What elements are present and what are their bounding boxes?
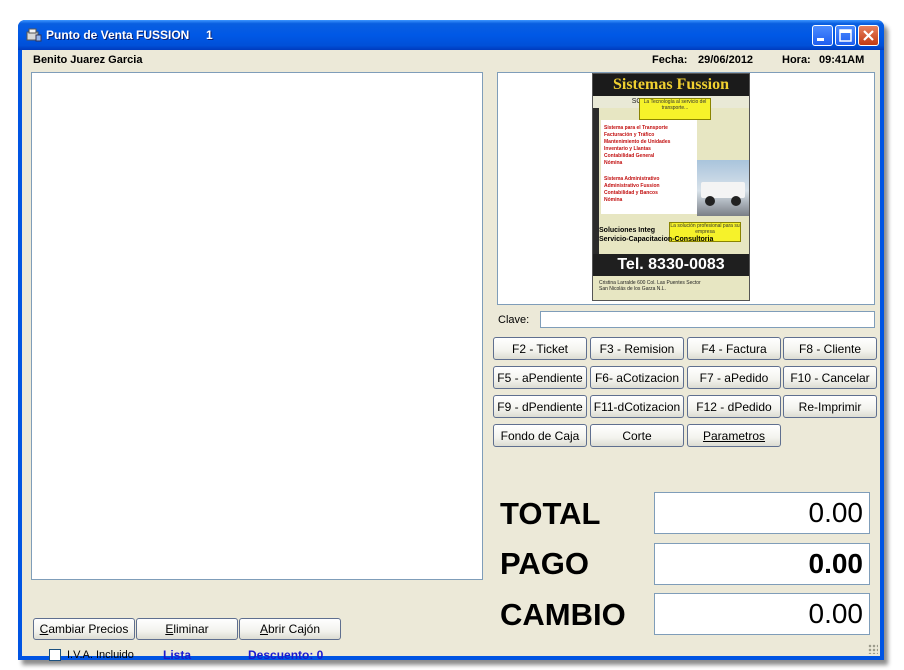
truck-wheel (705, 196, 715, 206)
corte-button[interactable]: Corte (590, 424, 684, 447)
client-area: Benito Juarez Garcia Fecha: 29/06/2012 H… (22, 50, 880, 662)
eliminar-button[interactable]: Eliminar (136, 618, 238, 640)
f11-dcotizacion-button[interactable]: F11-dCotizacion (590, 395, 684, 418)
reimprimir-button[interactable]: Re-Imprimir (783, 395, 877, 418)
advertisement-poster: Sistemas Fussion SOLUCIONES EN RESA Sist… (592, 73, 750, 301)
time-label: Hora: (782, 54, 811, 66)
poster-bands: Soluciones Integ Servicio-Capacitacion-C… (599, 226, 749, 252)
f10-cancelar-button[interactable]: F10 - Cancelar (783, 366, 877, 389)
advertisement-image-box: Sistemas Fussion SOLUCIONES EN RESA Sist… (497, 72, 875, 305)
f12-dpedido-button[interactable]: F12 - dPedido (687, 395, 781, 418)
abrir-cajon-label: Abrir Cajón (259, 622, 321, 636)
f8-cliente-button[interactable]: F8 - Cliente (783, 337, 877, 360)
cambio-value: 0.00 (654, 593, 870, 635)
poster-list-2: Sistema Administrativo Administrativo Fu… (604, 176, 660, 203)
items-list[interactable] (31, 72, 483, 580)
total-label: TOTAL (500, 496, 601, 531)
truck-wheel (731, 196, 741, 206)
abrir-cajon-button[interactable]: Abrir Cajón (239, 618, 341, 640)
poster-panel: Sistema para el Transporte Facturación y… (601, 120, 697, 214)
f5-apendiente-button[interactable]: F5 - aPendiente (493, 366, 587, 389)
pago-value[interactable]: 0.00 (654, 543, 870, 585)
poster-phone: Tel. 8330-0083 (593, 254, 749, 276)
f6-acotizacion-button[interactable]: F6- aCotizacion (590, 366, 684, 389)
window-title: Punto de Venta FUSSION 1 (46, 28, 213, 42)
cambiar-precios-label: Cambiar Precios (39, 622, 129, 636)
iva-label: I.V.A. Incluido (67, 649, 134, 661)
poster-address: Cristina Larralde 600 Col. Las Puentes S… (599, 280, 701, 292)
title-bar[interactable]: Punto de Venta FUSSION 1 (18, 20, 884, 50)
poster-list-1: Sistema para el Transporte Facturación y… (604, 125, 671, 166)
iva-checkbox[interactable] (49, 649, 61, 661)
f2-ticket-button[interactable]: F2 - Ticket (493, 337, 587, 360)
eliminar-label: Eliminar (165, 622, 209, 636)
poster-title: Sistemas Fussion (593, 74, 749, 96)
cambio-label: CAMBIO (500, 597, 626, 632)
main-window: Punto de Venta FUSSION 1 Benito Juarez G… (18, 20, 884, 662)
parametros-button[interactable]: Parametros (687, 424, 781, 447)
total-value: 0.00 (654, 492, 870, 534)
close-icon (863, 30, 874, 41)
poster-note-1: La Tecnología al servicio del transporte… (639, 98, 711, 120)
maximize-icon (839, 29, 852, 42)
time-value: 09:41AM (819, 54, 865, 66)
maximize-button[interactable] (835, 25, 856, 46)
close-button[interactable] (858, 25, 879, 46)
truck-image (697, 160, 749, 216)
poster-band-2: Servicio-Capacitacion-Consultoria (599, 236, 714, 243)
minimize-icon (817, 38, 824, 41)
lista-label: Lista (163, 648, 192, 662)
user-name: Benito Juarez Garcia (33, 54, 143, 66)
resize-grip-icon[interactable] (868, 644, 878, 654)
clave-label: Clave: (498, 314, 530, 326)
cambiar-precios-button[interactable]: Cambiar Precios (33, 618, 135, 640)
clave-input[interactable] (540, 311, 875, 328)
date-value: 29/06/2012 (698, 54, 754, 66)
f9-dpendiente-button[interactable]: F9 - dPendiente (493, 395, 587, 418)
f3-remision-button[interactable]: F3 - Remision (590, 337, 684, 360)
pago-label: PAGO (500, 546, 589, 581)
date-label: Fecha: (652, 54, 688, 66)
poster-band-1: Soluciones Integ (599, 227, 656, 234)
descuento-label: Descuento: 0 (248, 648, 324, 662)
f7-apedido-button[interactable]: F7 - aPedido (687, 366, 781, 389)
fondo-de-caja-button[interactable]: Fondo de Caja (493, 424, 587, 447)
app-icon (26, 28, 42, 42)
f4-factura-button[interactable]: F4 - Factura (687, 337, 781, 360)
minimize-button[interactable] (812, 25, 833, 46)
